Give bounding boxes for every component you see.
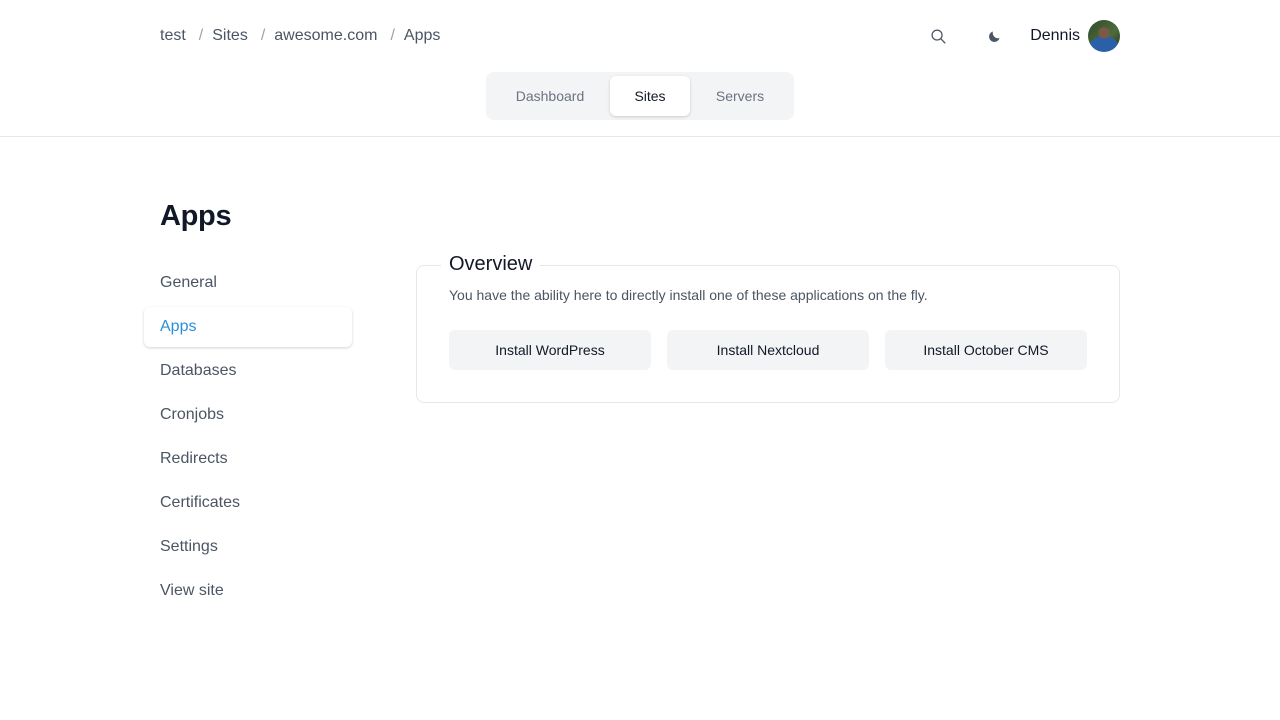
install-actions: Install WordPress Install Nextcloud Inst… xyxy=(449,330,1087,370)
tab-dashboard[interactable]: Dashboard xyxy=(490,76,610,116)
sidebar-item-redirects[interactable]: Redirects xyxy=(144,439,352,479)
breadcrumb: test / Sites / awesome.com / Apps xyxy=(160,26,440,46)
sidebar-item-settings[interactable]: Settings xyxy=(144,527,352,567)
moon-icon xyxy=(988,31,1000,42)
overview-card: Overview You have the ability here to di… xyxy=(416,253,1120,403)
page-title: Apps xyxy=(160,200,232,232)
sidebar-item-general[interactable]: General xyxy=(144,263,352,303)
breadcrumb-separator: / xyxy=(198,27,204,44)
header-actions: Dennis xyxy=(922,20,1120,52)
tab-servers[interactable]: Servers xyxy=(690,76,790,116)
install-october-cms-button[interactable]: Install October CMS xyxy=(885,330,1087,370)
avatar xyxy=(1088,20,1120,52)
theme-toggle-button[interactable] xyxy=(978,20,1010,52)
sidebar: General Apps Databases Cronjobs Redirect… xyxy=(144,263,352,615)
sidebar-item-cronjobs[interactable]: Cronjobs xyxy=(144,395,352,435)
install-wordpress-button[interactable]: Install WordPress xyxy=(449,330,651,370)
breadcrumb-separator: / xyxy=(260,27,266,44)
sidebar-item-certificates[interactable]: Certificates xyxy=(144,483,352,523)
sidebar-item-apps[interactable]: Apps xyxy=(144,307,352,347)
breadcrumb-item-awesome-com[interactable]: awesome.com xyxy=(274,27,377,45)
breadcrumb-item-test[interactable]: test xyxy=(160,27,186,45)
install-nextcloud-button[interactable]: Install Nextcloud xyxy=(667,330,869,370)
tab-sites[interactable]: Sites xyxy=(610,76,690,116)
search-button[interactable] xyxy=(922,20,954,52)
overview-title: Overview xyxy=(441,253,541,276)
user-menu[interactable]: Dennis xyxy=(1030,20,1120,52)
sidebar-item-databases[interactable]: Databases xyxy=(144,351,352,391)
sidebar-item-view-site[interactable]: View site xyxy=(144,571,352,611)
user-name: Dennis xyxy=(1030,27,1080,44)
breadcrumb-item-sites[interactable]: Sites xyxy=(212,27,248,45)
overview-description: You have the ability here to directly in… xyxy=(449,287,928,303)
breadcrumb-separator: / xyxy=(390,27,395,44)
search-icon xyxy=(931,28,946,44)
main-tabs: Dashboard Sites Servers xyxy=(486,72,794,120)
breadcrumb-item-apps: Apps xyxy=(403,27,441,44)
top-header: test / Sites / awesome.com / Apps Dennis… xyxy=(0,0,1280,137)
